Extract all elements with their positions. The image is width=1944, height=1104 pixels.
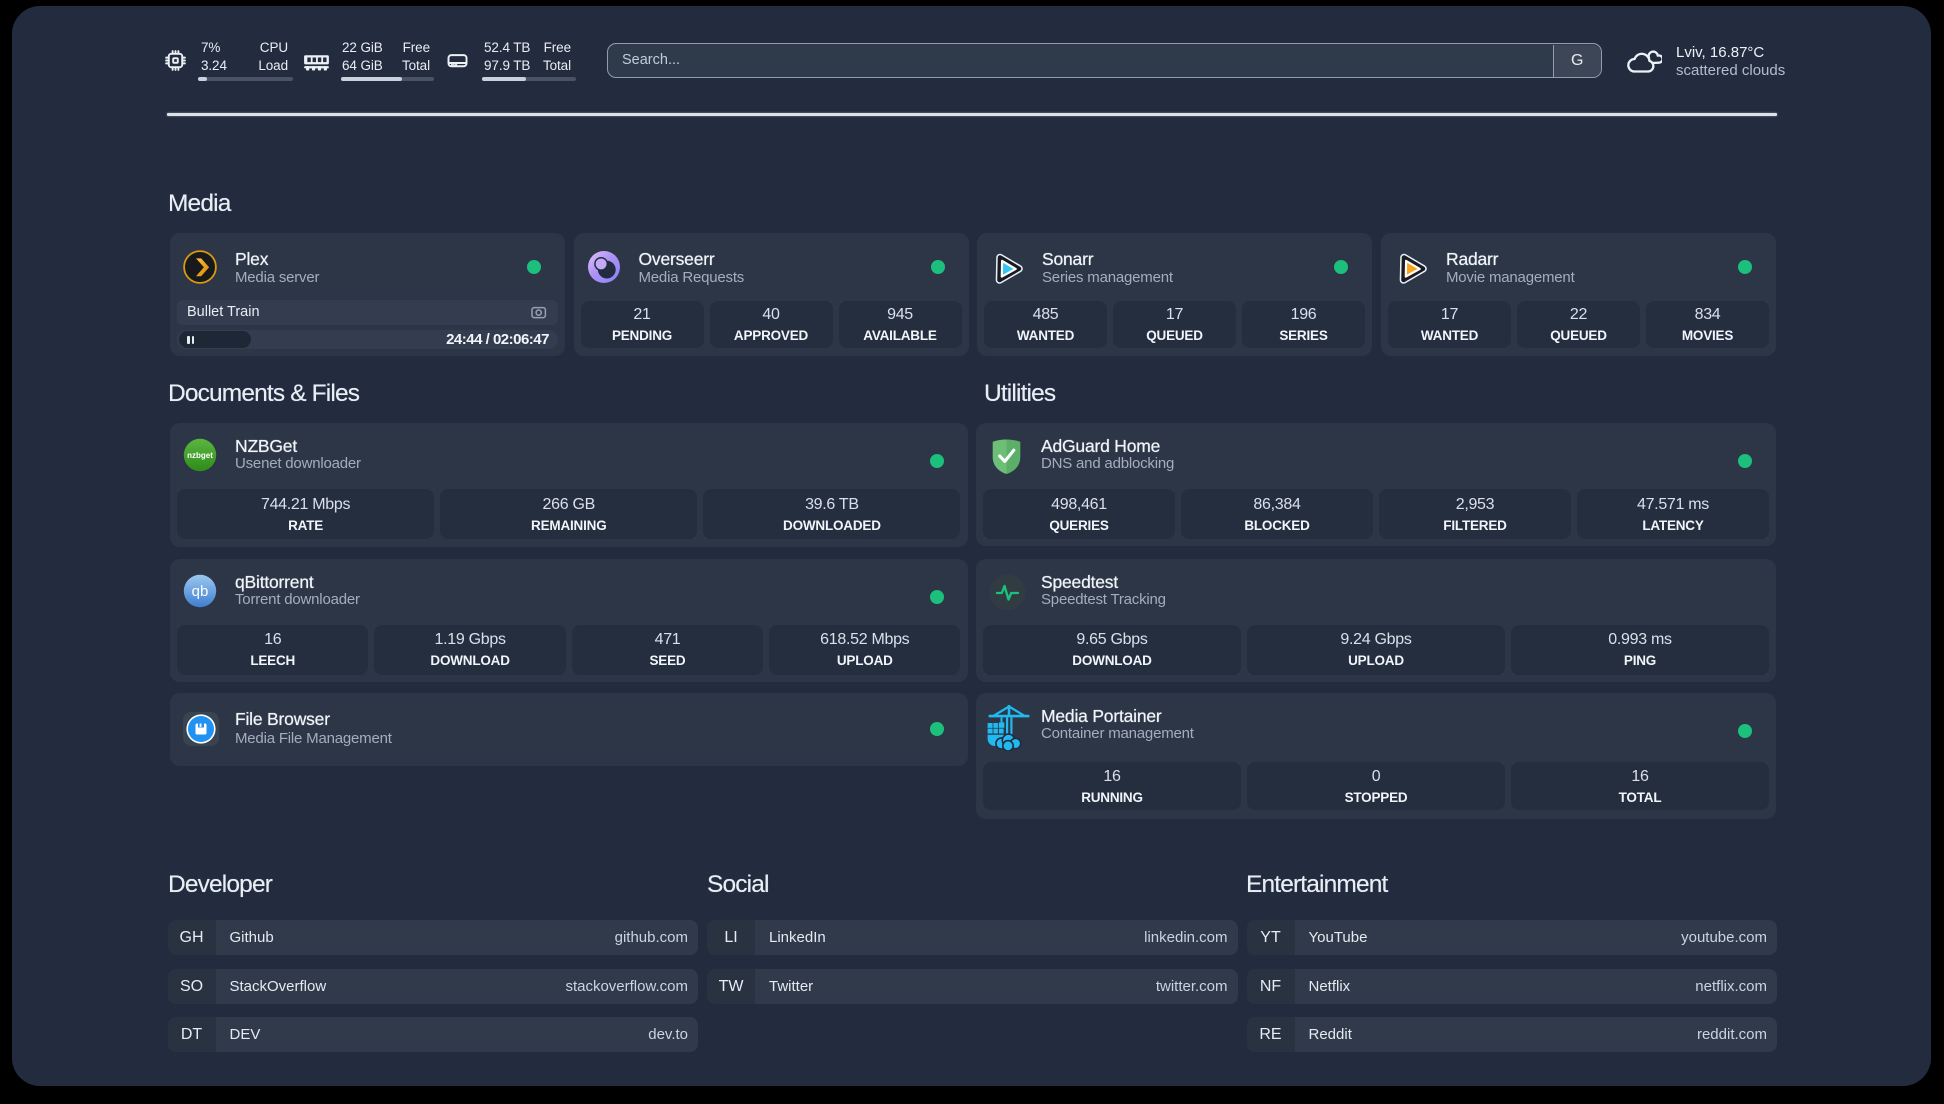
svg-text:qb: qb [192, 583, 209, 600]
svg-text:nzbget: nzbget [187, 451, 213, 460]
